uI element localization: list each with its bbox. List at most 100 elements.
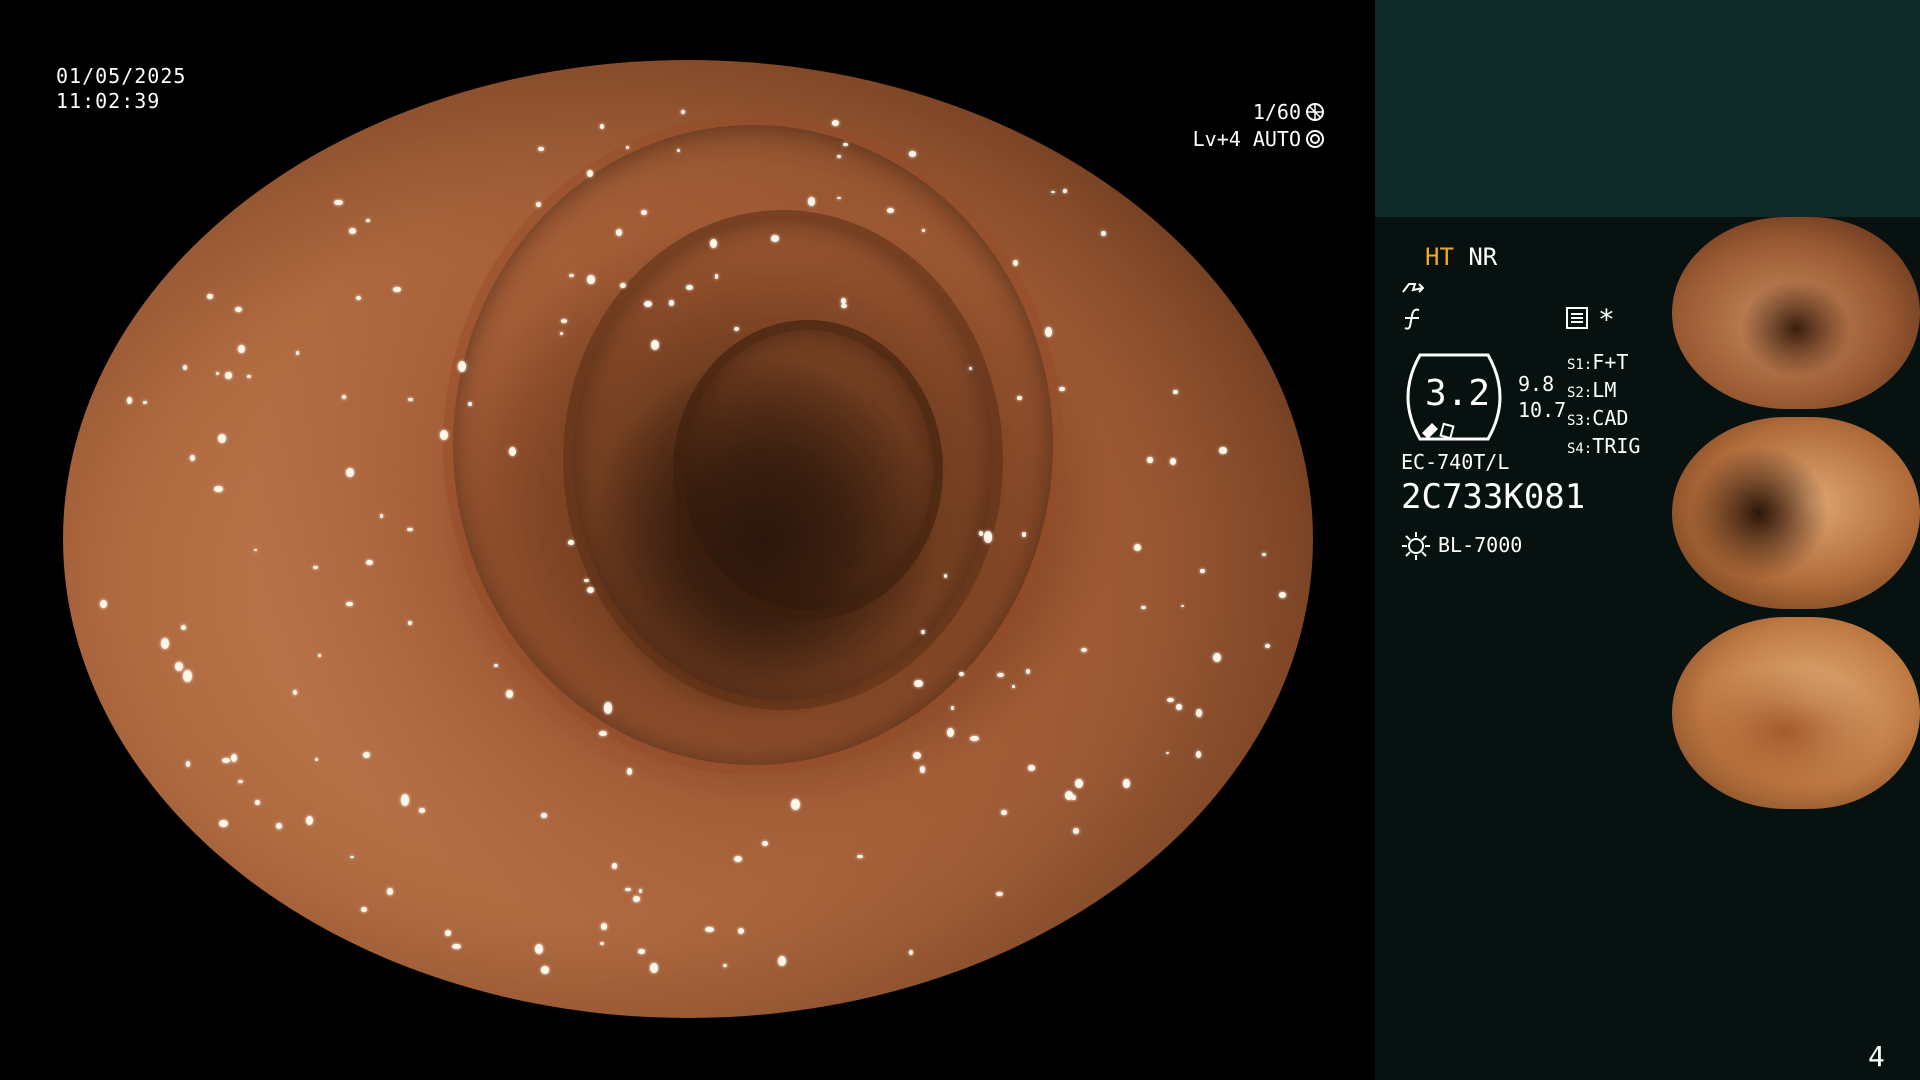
light-reflection <box>946 728 954 738</box>
light-reflection <box>305 815 313 825</box>
light-reflection <box>856 854 863 859</box>
shutter-icon <box>1306 103 1324 121</box>
light-reflection <box>969 736 979 742</box>
light-reflection <box>494 663 498 668</box>
light-reflection <box>644 300 652 307</box>
thumbnail-index: 2 <box>1909 596 1914 605</box>
scope-serial: 2C733K081 <box>1401 477 1586 517</box>
light-reflection <box>723 963 727 967</box>
light-reflection <box>313 565 319 569</box>
light-reflection <box>1062 188 1067 194</box>
light-reflection <box>1170 458 1177 466</box>
light-reflection <box>540 966 549 974</box>
light-reflection <box>452 943 462 950</box>
light-reflection <box>400 794 410 806</box>
light-reflection <box>333 199 343 206</box>
captured-thumbnail[interactable]: 2C733K081 3 <box>1672 217 1920 409</box>
light-reflection <box>841 297 846 304</box>
light-reflection <box>538 146 545 152</box>
thumbnail-serial: 2C733K081 <box>1676 796 1720 805</box>
light-reflection <box>807 197 815 206</box>
light-reflection <box>295 351 300 355</box>
light-reflection <box>535 202 541 207</box>
light-reflection <box>439 430 449 440</box>
thumbnail-serial: 2C733K081 <box>1676 396 1720 405</box>
light-reflection <box>126 397 132 405</box>
light-reflection <box>1147 456 1153 464</box>
light-reflection <box>182 364 188 370</box>
endoscope-main-screen: 01/05/2025 11:02:39 1/60 Lv+4 AUTO <box>0 0 1375 1080</box>
light-reflection <box>615 229 622 237</box>
light-reflection <box>559 331 563 335</box>
light-reflection <box>638 889 643 893</box>
light-reflection <box>1071 795 1076 800</box>
light-reflection <box>1017 396 1023 400</box>
light-reflection <box>238 344 246 353</box>
page-number: 4 <box>1868 1040 1885 1073</box>
light-reflection <box>379 514 384 518</box>
light-reflection <box>1073 828 1080 835</box>
light-reflection <box>215 371 219 375</box>
light-reflection <box>680 109 686 115</box>
light-reflection <box>234 307 243 313</box>
light-reflection <box>361 906 368 912</box>
ht-mode: HT <box>1425 243 1454 271</box>
light-reflection <box>222 757 231 763</box>
mucosal-fold-inner <box>673 320 943 620</box>
light-reflection <box>650 963 658 974</box>
light-reflection <box>230 753 238 763</box>
light-reflection <box>366 219 371 223</box>
light-reflection <box>161 637 170 649</box>
light-reflection <box>407 527 413 532</box>
thumbnail-serial: 2C733K081 <box>1676 596 1720 605</box>
light-reflection <box>832 120 840 127</box>
light-reflection <box>190 455 196 462</box>
light-reflection <box>920 766 925 773</box>
light-reflection <box>174 662 183 671</box>
light-reflection <box>185 760 191 768</box>
light-reflection <box>1001 809 1008 816</box>
captured-thumbnail[interactable]: 2C733K081 2 <box>1672 417 1920 609</box>
light-reflection <box>1140 605 1146 610</box>
light-reflection <box>408 397 414 402</box>
light-reflection <box>914 679 923 688</box>
light-reflection <box>837 196 841 199</box>
light-reflection <box>841 303 847 308</box>
light-reflection <box>951 705 955 710</box>
record-settings-icon <box>1566 307 1588 329</box>
light-reflection <box>584 579 589 583</box>
light-reflection <box>912 752 922 760</box>
switch-row: S3:CAD <box>1567 406 1629 430</box>
light-reflection <box>1166 751 1170 755</box>
light-reflection <box>386 887 393 896</box>
light-reflection <box>246 375 251 379</box>
asterisk-marker: * <box>1598 303 1615 336</box>
light-reflection <box>225 371 232 379</box>
shutter-block: 1/60 Lv+4 AUTO <box>1125 100 1325 151</box>
measure-a: 9.8 <box>1518 372 1555 396</box>
switch-row: S4:TRIG <box>1567 434 1641 458</box>
light-reflection <box>506 690 513 699</box>
panel-header-bar <box>1375 0 1920 217</box>
light-reflection <box>1166 697 1174 703</box>
light-reflection <box>633 895 640 903</box>
light-reflection <box>1265 643 1271 648</box>
light-reflection <box>366 559 373 565</box>
enhancement-value: 3.2 <box>1425 373 1491 414</box>
captured-thumbnail[interactable]: 2C733K081 1 <box>1672 617 1920 809</box>
light-reflection <box>363 752 370 759</box>
light-reflection <box>627 767 633 775</box>
light-reflection <box>983 531 993 543</box>
light-reflection <box>611 863 618 869</box>
light-reflection <box>600 923 607 930</box>
light-reflection <box>535 943 543 954</box>
light-reflection <box>393 286 401 292</box>
light-reflection <box>181 624 187 630</box>
light-reflection <box>909 950 914 956</box>
light-reflection <box>668 300 675 306</box>
measure-b: 10.7 <box>1518 398 1567 422</box>
light-reflection <box>342 395 347 400</box>
light-reflection <box>346 601 353 607</box>
light-reflection <box>1045 327 1053 337</box>
light-reflection <box>292 689 298 696</box>
